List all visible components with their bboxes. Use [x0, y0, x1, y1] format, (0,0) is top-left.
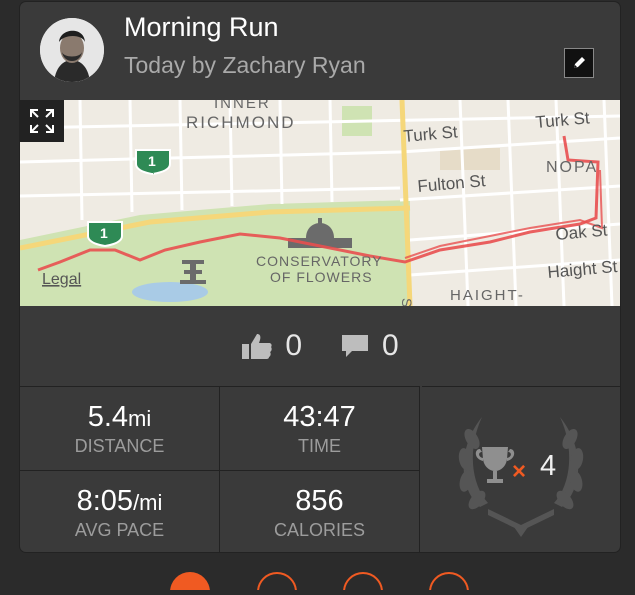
page-dot[interactable]: [257, 572, 297, 595]
stat-distance: 5.4mi DISTANCE: [20, 386, 220, 470]
achievements-badge[interactable]: × 4: [422, 386, 620, 552]
stat-calories: 856 CALORIES: [220, 470, 420, 552]
distance-value: 5.4: [87, 401, 129, 433]
highway-number: 1: [100, 225, 108, 241]
time-value: 43:47: [283, 401, 356, 433]
page-dot-active[interactable]: [170, 572, 210, 595]
trophy-icon: [475, 447, 515, 483]
distance-unit: mi: [128, 406, 152, 431]
activity-subtitle: Today by Zachary Ryan: [124, 52, 366, 78]
map-label-richmond: RICHMOND: [186, 113, 296, 132]
page-dot[interactable]: [429, 572, 469, 595]
map-label-haight: HAIGHT-: [450, 287, 525, 304]
avatar[interactable]: [40, 18, 104, 82]
distance-label: DISTANCE: [74, 436, 165, 456]
map-label-inner: INNER: [214, 100, 271, 112]
page-dot[interactable]: [343, 572, 383, 595]
route-map[interactable]: INNER RICHMOND Turk St Turk St Fulton St…: [20, 100, 620, 306]
expand-icon: [30, 109, 54, 133]
edit-button[interactable]: [564, 48, 594, 78]
calories-value: 856: [295, 485, 344, 517]
comment-icon: [342, 335, 368, 357]
social-bar: 0 0: [20, 306, 620, 386]
activity-title[interactable]: Morning Run: [124, 12, 279, 43]
pace-unit: /mi: [133, 490, 163, 515]
legal-link[interactable]: Legal: [42, 271, 81, 288]
highway-number: 1: [148, 153, 156, 169]
stat-pace: 8:05/mi AVG PACE: [20, 470, 220, 552]
map-canvas: INNER RICHMOND Turk St Turk St Fulton St…: [20, 100, 620, 306]
kudos-count: 0: [285, 329, 302, 362]
map-label-nopa: NOPA: [546, 159, 598, 176]
map-label-of-flowers: OF FLOWERS: [270, 269, 373, 285]
expand-map-button[interactable]: [20, 100, 64, 142]
stat-time: 43:47 TIME: [220, 386, 420, 470]
time-label: TIME: [298, 436, 341, 456]
map-label-side-street: St: [399, 298, 415, 306]
activity-header: Morning Run Today by Zachary Ryan: [20, 2, 620, 100]
laurel-wreath-icon: × 4: [458, 417, 584, 537]
pace-value: 8:05: [76, 485, 134, 517]
map-label-conservatory: CONSERVATORY: [256, 253, 383, 269]
comments-button[interactable]: 0: [340, 329, 399, 363]
comments-count: 0: [382, 329, 399, 362]
pencil-icon: [574, 57, 585, 68]
avatar-image: [40, 18, 104, 82]
pace-label: AVG PACE: [74, 520, 165, 540]
page-indicator: [0, 570, 635, 595]
thumbs-up-icon: [242, 334, 272, 359]
achievement-count: 4: [540, 450, 556, 482]
activity-card[interactable]: Morning Run Today by Zachary Ryan INNER …: [20, 2, 620, 552]
calories-label: CALORIES: [273, 520, 366, 540]
kudos-button[interactable]: 0: [241, 329, 302, 363]
achievement-multiplier: ×: [512, 458, 526, 485]
